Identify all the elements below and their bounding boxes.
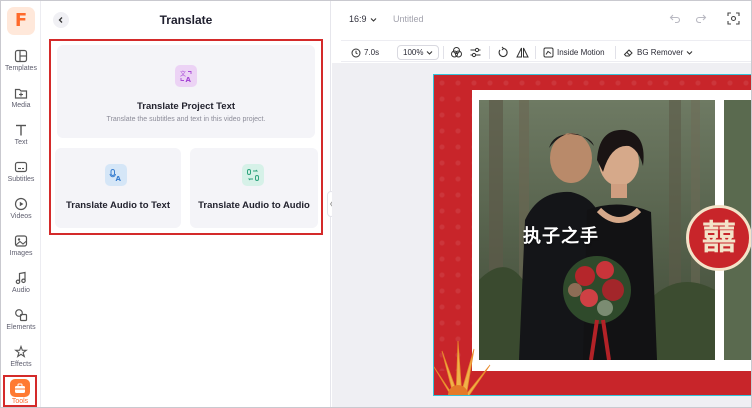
motion-icon — [543, 47, 554, 58]
duration-control[interactable]: 7.0s — [351, 45, 379, 60]
app-frame: F Templates Media Text Subtitles Videos … — [0, 0, 752, 408]
text-icon — [16, 124, 26, 136]
rail-label: Audio — [12, 287, 30, 294]
panel-title: Translate — [159, 13, 213, 27]
rail-item-audio[interactable]: Audio — [1, 271, 41, 305]
toolbar-divider — [535, 46, 536, 59]
templates-icon — [14, 49, 28, 63]
rail-label: Templates — [5, 65, 37, 72]
media-icon — [14, 88, 28, 99]
rail-item-tools[interactable]: Tools — [3, 375, 37, 407]
toolbar-divider — [615, 46, 616, 59]
translate-text-icon: 文A — [175, 65, 197, 87]
rail-label: Subtitles — [7, 176, 35, 183]
top-bar: 16:9 Untitled — [332, 1, 751, 39]
rail-label: Effects — [10, 361, 32, 368]
toolbar-divider — [489, 46, 490, 59]
tools-icon — [10, 379, 30, 397]
rail-label: Videos — [10, 213, 32, 220]
rail-label: Elements — [6, 324, 36, 331]
chrysanthemum-decoration — [434, 340, 491, 395]
rail-item-text[interactable]: Text — [1, 123, 41, 157]
app-logo[interactable]: F — [7, 7, 35, 35]
rail-item-elements[interactable]: Elements — [1, 308, 41, 342]
card-title: Translate Project Text — [136, 101, 236, 112]
card-title: Translate Audio to Text — [66, 200, 170, 211]
audio-icon — [15, 271, 26, 285]
rail-label: Tools — [11, 398, 29, 405]
screenshot-icon[interactable] — [727, 12, 740, 25]
translate-options-highlight: 文A Translate Project Text Translate the … — [49, 39, 323, 235]
canvas-toolbar: 7.0s 100% Inside Motion BG Remover — [341, 40, 751, 62]
rail-label: Media — [11, 102, 31, 109]
rail-item-media[interactable]: Media — [1, 86, 41, 120]
aspect-ratio-value: 16:9 — [349, 14, 367, 24]
bg-remover-label: BG Remover — [637, 48, 684, 57]
double-happiness-seal[interactable]: 囍 — [686, 205, 751, 271]
logo-letter: F — [14, 10, 28, 31]
rail-item-videos[interactable]: Videos — [1, 197, 41, 231]
card-description: Translate the subtitles and text in this… — [106, 116, 266, 123]
translate-project-text-card[interactable]: 文A Translate Project Text Translate the … — [57, 45, 315, 138]
elements-icon — [15, 309, 28, 322]
inside-motion-label: Inside Motion — [557, 48, 605, 57]
chevron-down-icon — [427, 51, 433, 55]
flip-icon[interactable] — [516, 45, 529, 60]
inside-motion-button[interactable]: Inside Motion — [543, 45, 605, 60]
bg-remover-button[interactable]: BG Remover — [623, 45, 693, 60]
subtitles-icon — [14, 161, 28, 173]
svg-text:A: A — [186, 76, 192, 83]
translate-audio-to-text-card[interactable]: A Translate Audio to Text — [55, 148, 181, 228]
images-icon — [14, 235, 28, 247]
video-slide[interactable]: 执子之手 囍 — [433, 74, 751, 396]
zoom-value: 100% — [403, 48, 424, 57]
rail-label: Images — [9, 250, 33, 257]
chevron-down-icon — [370, 17, 376, 22]
aspect-ratio-selector[interactable]: 16:9 — [349, 14, 377, 24]
rail-item-subtitles[interactable]: Subtitles — [1, 160, 41, 194]
adjust-sliders-icon[interactable] — [469, 45, 482, 60]
duration-value: 7.0s — [364, 48, 380, 57]
chevron-down-icon — [686, 51, 693, 55]
toolbar-divider — [443, 46, 444, 59]
rail-item-effects[interactable]: Effects — [1, 345, 41, 379]
color-adjust-icon[interactable] — [450, 45, 463, 60]
clock-icon — [351, 48, 361, 57]
audio-to-text-icon: A — [105, 164, 127, 186]
rotate-icon[interactable] — [497, 45, 509, 60]
undo-icon[interactable] — [669, 12, 681, 24]
redo-icon[interactable] — [695, 12, 707, 24]
rail-item-images[interactable]: Images — [1, 234, 41, 268]
card-title: Translate Audio to Audio — [198, 200, 310, 211]
audio-to-audio-icon — [242, 164, 264, 186]
document-title[interactable]: Untitled — [393, 14, 424, 24]
rail-item-templates[interactable]: Templates — [1, 49, 41, 83]
eraser-icon — [623, 49, 633, 57]
photo-caption[interactable]: 执子之手 — [523, 222, 623, 248]
effects-icon — [14, 345, 28, 358]
zoom-selector[interactable]: 100% — [397, 45, 440, 60]
translate-panel: Translate 文A Translate Project Text Tran… — [41, 1, 331, 407]
videos-icon — [14, 197, 28, 211]
rail-label: Text — [14, 139, 28, 146]
left-rail: F Templates Media Text Subtitles Videos … — [1, 1, 41, 407]
translate-audio-to-audio-card[interactable]: Translate Audio to Audio — [190, 148, 318, 228]
svg-text:A: A — [116, 175, 122, 182]
seal-character: 囍 — [702, 218, 736, 258]
